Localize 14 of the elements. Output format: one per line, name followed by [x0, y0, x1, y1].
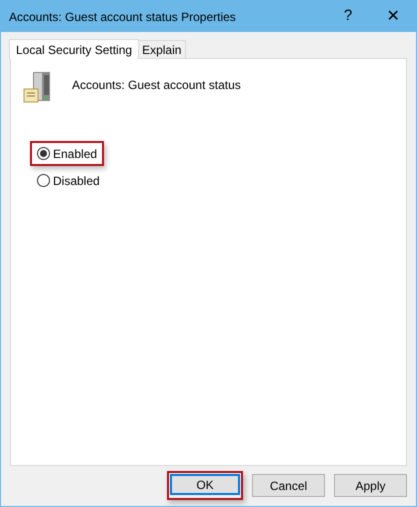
server-icon — [23, 71, 53, 103]
radio-option[interactable]: Disabled — [30, 170, 107, 191]
tab[interactable]: Local Security Setting — [9, 39, 140, 59]
dialog-button[interactable]: OK — [170, 474, 240, 495]
dialog-button[interactable]: Cancel — [252, 474, 325, 497]
window-title: Accounts: Guest account status Properties — [9, 8, 237, 26]
policy-name: Accounts: Guest account status — [72, 77, 241, 94]
close-button[interactable]: ✕ — [370, 1, 416, 32]
tab[interactable]: Explain — [137, 40, 186, 58]
radio-button[interactable] — [37, 174, 50, 187]
help-button[interactable]: ? — [326, 1, 370, 32]
dialog-button[interactable]: Apply — [334, 474, 407, 497]
radio-button[interactable] — [37, 147, 50, 160]
radio-option[interactable]: Enabled — [30, 141, 104, 166]
